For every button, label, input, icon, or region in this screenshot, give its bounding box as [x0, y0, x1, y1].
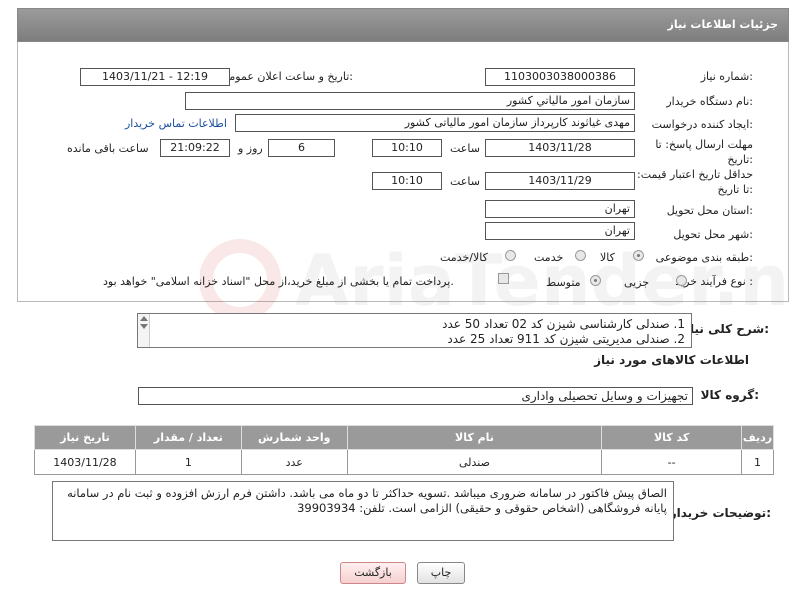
deadline-time-label: ساعت	[450, 142, 480, 155]
goods-info-title: اطلاعات کالاهای مورد نیاز	[594, 353, 749, 367]
cell-unit: عدد	[240, 449, 348, 475]
category-both-label: کالا/خدمت	[440, 251, 488, 264]
goods-table: ردیف کد کالا نام کالا واحد شمارش تعداد /…	[34, 425, 774, 475]
process-medium-radio[interactable]	[590, 275, 601, 286]
description-line-2: 2. صندلی مدیریتی شیزن کد 911 تعداد 25 عد…	[447, 332, 685, 346]
print-button[interactable]: چاپ	[417, 562, 465, 584]
col-header-row-number: ردیف	[741, 425, 774, 450]
buyer-notes-textarea[interactable]: الصاق پیش فاکتور در سامانه ضروری میباشد …	[52, 481, 674, 541]
buyer-contact-link[interactable]: اطلاعات تماس خریدار	[125, 117, 227, 130]
category-label: طبقه بندی موضوعی:	[655, 251, 753, 264]
city-label: شهر محل تحویل:	[673, 228, 753, 241]
table-row: 1 -- صندلی عدد 1 1403/11/28	[34, 449, 774, 475]
announce-date-field: 1403/11/21 - 12:19	[80, 68, 230, 86]
back-button[interactable]: بازگشت	[340, 562, 406, 584]
city-field: تهران	[485, 222, 635, 240]
category-goods-radio[interactable]	[633, 250, 644, 261]
days-word: روز و	[238, 142, 263, 155]
validity-label: حداقل تاریخ اعتبار قیمت: تا تاریخ:	[637, 168, 753, 196]
col-header-need-date: تاریخ نیاز	[34, 425, 136, 450]
process-minor-radio[interactable]	[676, 275, 687, 286]
cell-need-date: 1403/11/28	[34, 449, 136, 475]
deadline-time-field: 10:10	[372, 139, 442, 157]
remaining-word: ساعت باقی مانده	[67, 142, 149, 155]
scroll-down-icon[interactable]	[140, 324, 148, 329]
category-both-radio[interactable]	[505, 250, 516, 261]
creator-label: ایجاد کننده درخواست:	[651, 118, 753, 131]
validity-time-label: ساعت	[450, 175, 480, 188]
province-field: تهران	[485, 200, 635, 218]
deadline-date-field: 1403/11/28	[485, 139, 635, 157]
goods-group-label: گروه کالا:	[700, 388, 759, 402]
col-header-name: نام کالا	[346, 425, 603, 450]
process-medium-label: متوسط	[546, 276, 581, 289]
buyer-org-label: نام دستگاه خریدار:	[666, 95, 753, 108]
col-header-quantity: تعداد / مقدار	[134, 425, 242, 450]
buyer-org-field: سازمان امور مالياتي كشور	[185, 92, 635, 110]
panel-header: جزئیات اطلاعات نیاز	[17, 8, 789, 42]
category-service-radio[interactable]	[575, 250, 586, 261]
description-line-1: 1. صندلی کارشناسی شیزن کد 02 تعداد 50 عد…	[442, 317, 685, 331]
col-header-code: کد کالا	[601, 425, 743, 450]
validity-time-field: 10:10	[372, 172, 442, 190]
page-title: جزئیات اطلاعات نیاز	[667, 18, 779, 31]
days-remaining-field: 6	[268, 139, 335, 157]
need-number-field: 1103003038000386	[485, 68, 635, 86]
buyer-notes-text: الصاق پیش فاکتور در سامانه ضروری میباشد …	[67, 486, 667, 515]
cell-quantity: 1	[134, 449, 242, 475]
scroll-up-icon[interactable]	[140, 316, 148, 321]
need-number-label: شماره نیاز:	[700, 70, 753, 83]
table-header-row: ردیف کد کالا نام کالا واحد شمارش تعداد /…	[34, 425, 774, 450]
goods-group-field: تجهیزات و وسایل تحصیلی واداری	[138, 387, 693, 405]
cell-name: صندلی	[346, 449, 603, 475]
treasury-payment-checkbox[interactable]	[498, 273, 509, 284]
cell-code: --	[601, 449, 743, 475]
process-minor-label: جزیی	[624, 276, 650, 289]
treasury-payment-note: پرداخت تمام یا بخشی از مبلغ خرید،از محل …	[103, 275, 454, 288]
buyer-notes-label: توضیحات خریدار:	[669, 506, 771, 520]
col-header-unit: واحد شمارش	[240, 425, 348, 450]
remaining-time-field: 21:09:22	[160, 139, 230, 157]
category-goods-label: کالا	[600, 251, 615, 264]
description-label: شرح کلی نیاز:	[683, 322, 769, 336]
category-service-label: خدمت	[534, 251, 564, 264]
cell-row-number: 1	[741, 449, 774, 475]
creator-field: مهدی غیاثوند کارپرداز سازمان امور مالیات…	[235, 114, 635, 132]
announce-date-label: تاریخ و ساعت اعلان عمومی:	[220, 70, 353, 83]
description-scrollbar[interactable]	[138, 314, 150, 347]
deadline-label: مهلت ارسال پاسخ: تا تاریخ:	[655, 138, 753, 166]
province-label: استان محل تحویل:	[666, 204, 753, 217]
validity-date-field: 1403/11/29	[485, 172, 635, 190]
description-textarea[interactable]: 1. صندلی کارشناسی شیزن کد 02 تعداد 50 عد…	[137, 313, 692, 348]
